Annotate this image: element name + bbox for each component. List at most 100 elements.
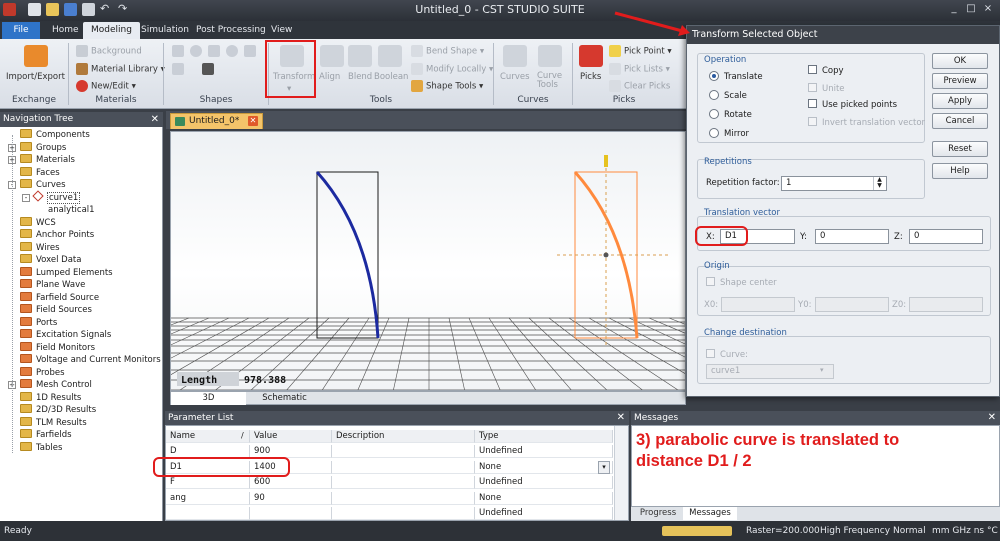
collapse-icon[interactable]: - [22,193,30,202]
pick-point-button[interactable]: Pick Point ▾ [609,45,672,57]
tree-item-farfields[interactable]: Farfields [20,429,72,441]
table-cell-description[interactable] [332,491,475,505]
close-icon[interactable]: ✕ [617,411,625,425]
table-cell-value[interactable]: 900 [250,445,332,458]
close-tab-icon[interactable]: ✕ [248,116,258,126]
cone-shape-icon[interactable] [244,45,256,57]
bend-shape-button[interactable]: Bend Shape ▾ [411,45,484,57]
tab-progress[interactable]: Progress [635,507,681,520]
tree-item-mesh-control[interactable]: + Mesh Control [8,379,92,391]
tree-item-wires[interactable]: Wires [20,241,60,254]
repetition-factor-input[interactable]: 1 [781,176,887,191]
help-button[interactable]: Help [932,163,988,179]
new-edit-button[interactable]: New/Edit ▾ [76,80,136,92]
tab-view[interactable]: View [263,22,300,39]
torus-shape-icon[interactable] [226,45,238,57]
curves-button[interactable]: Curves [500,72,530,82]
status-raster[interactable]: Raster=200.000 [746,521,820,541]
tree-item-excitation-signals[interactable]: Excitation Signals [20,329,111,341]
tree-item-groups[interactable]: + Groups [8,141,66,154]
navigation-tree[interactable]: Components + Groups + Materials Faces - Curves -… [0,127,163,521]
tree-item-1d-results[interactable]: 1D Results [20,391,81,404]
column-header-value[interactable]: Value [250,430,332,443]
brick-shape-icon[interactable] [172,45,184,57]
boolean-button[interactable]: Boolean [374,72,408,82]
table-cell-type[interactable]: None [475,491,613,505]
table-cell-value[interactable]: 1400 [250,460,332,474]
tab-modeling[interactable]: Modeling [83,22,140,39]
translation-arrow-handle[interactable] [604,155,608,167]
tree-item-tlm-results[interactable]: TLM Results [20,416,87,429]
vertical-scrollbar[interactable] [614,426,628,520]
cylinder-shape-icon[interactable] [208,45,220,57]
tree-item-materials[interactable]: + Materials [8,154,75,166]
extrude-shape-icon[interactable] [172,63,184,75]
curve-checkbox[interactable]: Curve: [706,349,748,360]
scale-radio[interactable]: Scale [709,90,747,101]
tree-item-voltage-and-current-monitors[interactable]: Voltage and Current Monitors [20,354,161,366]
reset-button[interactable]: Reset [932,141,988,157]
curve-select[interactable]: curve1 [706,364,834,379]
table-cell-value[interactable]: 90 [250,491,332,505]
tab-schematic[interactable]: Schematic [247,392,322,405]
pick-lists-button[interactable]: Pick Lists ▾ [609,63,670,75]
tree-item-lumped-elements[interactable]: Lumped Elements [20,266,113,279]
y0-input[interactable] [815,297,889,312]
unite-checkbox[interactable]: Unite [808,83,845,94]
tab-3d[interactable]: 3D [171,392,246,405]
tab-post-processing[interactable]: Post Processing [188,22,274,39]
shape-center-checkbox[interactable]: Shape center [706,277,777,288]
table-cell-value[interactable] [250,507,332,520]
column-header-description[interactable]: Description [332,430,475,443]
tab-messages[interactable]: Messages [683,507,737,520]
parameter-grid[interactable]: Name Value Description Type / D 900 Undefined D1… [165,425,629,521]
table-cell-type[interactable]: Undefined [475,476,613,489]
tree-item-curve1[interactable]: - curve1 [22,189,81,204]
tree-item-ports[interactable]: Ports [20,316,57,329]
table-cell-description[interactable] [332,476,475,489]
use-picked-points-checkbox[interactable]: Use picked points [808,99,897,110]
invert-translation-vector-checkbox[interactable]: Invert translation vector [808,117,925,128]
tree-item-field-monitors[interactable]: Field Monitors [20,341,95,354]
table-cell-description[interactable] [332,507,475,520]
table-cell-name[interactable]: ang [166,491,250,505]
3d-viewport[interactable]: Length 978.388 [170,131,686,391]
type-dropdown-icon[interactable]: ▾ [598,461,610,474]
blend-button[interactable]: Blend [348,72,372,82]
tree-item-components[interactable]: Components [20,129,90,141]
table-cell-value[interactable]: 600 [250,476,332,489]
cancel-button[interactable]: Cancel [932,113,988,129]
modify-locally-button[interactable]: Modify Locally ▾ [411,63,493,75]
tab-file[interactable]: File [2,22,40,39]
copy-checkbox[interactable]: Copy [808,65,844,76]
table-cell-type[interactable]: None [475,460,613,474]
status-tool-icons[interactable] [662,526,732,536]
picks-button[interactable]: Picks [580,72,601,82]
column-header-name[interactable]: Name [166,430,250,443]
z0-input[interactable] [909,297,983,312]
transform-dropdown-icon[interactable]: ▾ [287,84,291,94]
table-cell-description[interactable] [332,445,475,458]
spinner-arrows-icon[interactable]: ▲ ▼ [873,177,885,190]
tree-item-probes[interactable]: Probes [20,366,65,379]
material-library-button[interactable]: Material Library ▾ [76,63,165,75]
close-icon[interactable]: ✕ [988,411,996,425]
sphere-shape-icon[interactable] [190,45,202,57]
x0-input[interactable] [721,297,795,312]
table-cell-name[interactable]: F [166,476,250,489]
document-tab[interactable]: Untitled_0* ✕ [170,113,263,129]
mirror-radio[interactable]: Mirror [709,128,749,139]
status-mode[interactable]: Normal [893,521,926,541]
shapes-gallery[interactable] [172,45,264,89]
y-input[interactable]: 0 [815,229,889,244]
close-window-button[interactable]: × [980,2,996,16]
close-icon[interactable]: ✕ [151,112,159,127]
status-frequency[interactable]: High Frequency [820,521,890,541]
translate-radio[interactable]: Translate [709,71,763,82]
tree-item-farfield-source[interactable]: Farfield Source [20,291,99,304]
loft-shape-icon[interactable] [202,63,214,75]
tab-home[interactable]: Home [44,22,87,39]
align-button[interactable]: Align [319,72,340,82]
tree-item-plane-wave[interactable]: Plane Wave [20,279,85,291]
column-header-type[interactable]: Type [475,430,613,443]
